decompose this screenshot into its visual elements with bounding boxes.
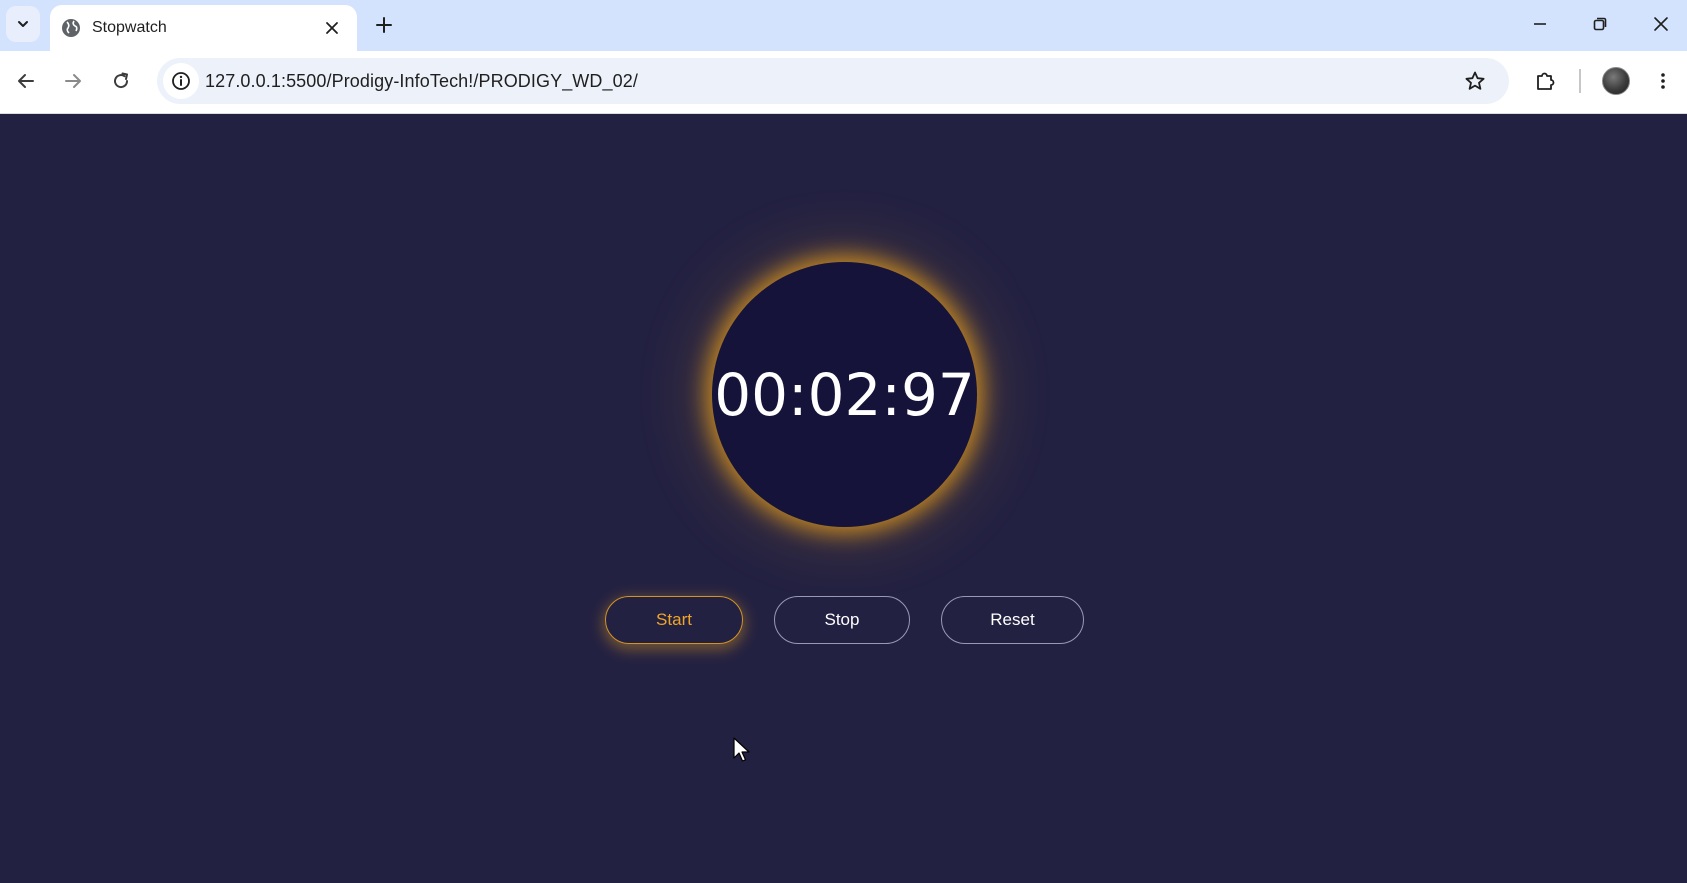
- mouse-cursor-icon: [733, 737, 750, 762]
- kebab-menu-icon: [1661, 73, 1665, 89]
- address-bar[interactable]: 127.0.0.1:5500/Prodigy-InfoTech!/PRODIGY…: [157, 58, 1509, 104]
- info-icon: [172, 72, 190, 90]
- stopwatch-page: 00:02:97 Start Stop Reset: [0, 114, 1687, 883]
- profile-button[interactable]: [1598, 63, 1634, 99]
- bookmark-button[interactable]: [1461, 67, 1489, 95]
- restore-icon: [1593, 17, 1607, 31]
- avatar-icon: [1602, 67, 1630, 95]
- arrow-left-icon: [18, 74, 34, 88]
- toolbar-divider: [1579, 69, 1581, 93]
- browser-menu-button[interactable]: [1645, 63, 1681, 99]
- new-tab-button[interactable]: [369, 10, 399, 40]
- browser-window: Stopwatch 127.0.0.1:5500/Prodigy-InfoTec…: [0, 0, 1687, 883]
- tab-search-button[interactable]: [6, 6, 40, 42]
- globe-icon: [62, 19, 80, 37]
- url-text[interactable]: 127.0.0.1:5500/Prodigy-InfoTech!/PRODIGY…: [205, 71, 638, 91]
- time-display: 00:02:97: [714, 360, 975, 429]
- tab-title: Stopwatch: [92, 19, 167, 36]
- extensions-button[interactable]: [1527, 63, 1563, 99]
- reload-icon: [114, 72, 129, 89]
- arrow-right-icon: [65, 74, 81, 88]
- back-button[interactable]: [8, 63, 44, 99]
- star-icon: [1465, 71, 1485, 90]
- window-restore-button[interactable]: [1576, 6, 1624, 42]
- close-icon: [1654, 17, 1668, 31]
- minimize-icon: [1534, 23, 1546, 25]
- browser-toolbar: 127.0.0.1:5500/Prodigy-InfoTech!/PRODIGY…: [0, 51, 1687, 114]
- reset-button[interactable]: Reset: [941, 596, 1084, 644]
- close-icon: [326, 22, 338, 34]
- window-close-button[interactable]: [1637, 6, 1685, 42]
- stopwatch-face: 00:02:97: [712, 262, 977, 527]
- puzzle-icon: [1537, 72, 1555, 90]
- tab-stopwatch[interactable]: Stopwatch: [50, 5, 357, 51]
- tab-strip: Stopwatch: [0, 0, 1687, 51]
- window-minimize-button[interactable]: [1516, 6, 1564, 42]
- site-info-button[interactable]: [163, 63, 199, 99]
- tab-close-button[interactable]: [320, 16, 344, 40]
- reload-button[interactable]: [103, 63, 139, 99]
- forward-button[interactable]: [55, 63, 91, 99]
- stop-button[interactable]: Stop: [774, 596, 910, 644]
- start-button[interactable]: Start: [605, 596, 743, 644]
- plus-icon: [376, 17, 392, 33]
- chevron-down-icon: [18, 21, 28, 27]
